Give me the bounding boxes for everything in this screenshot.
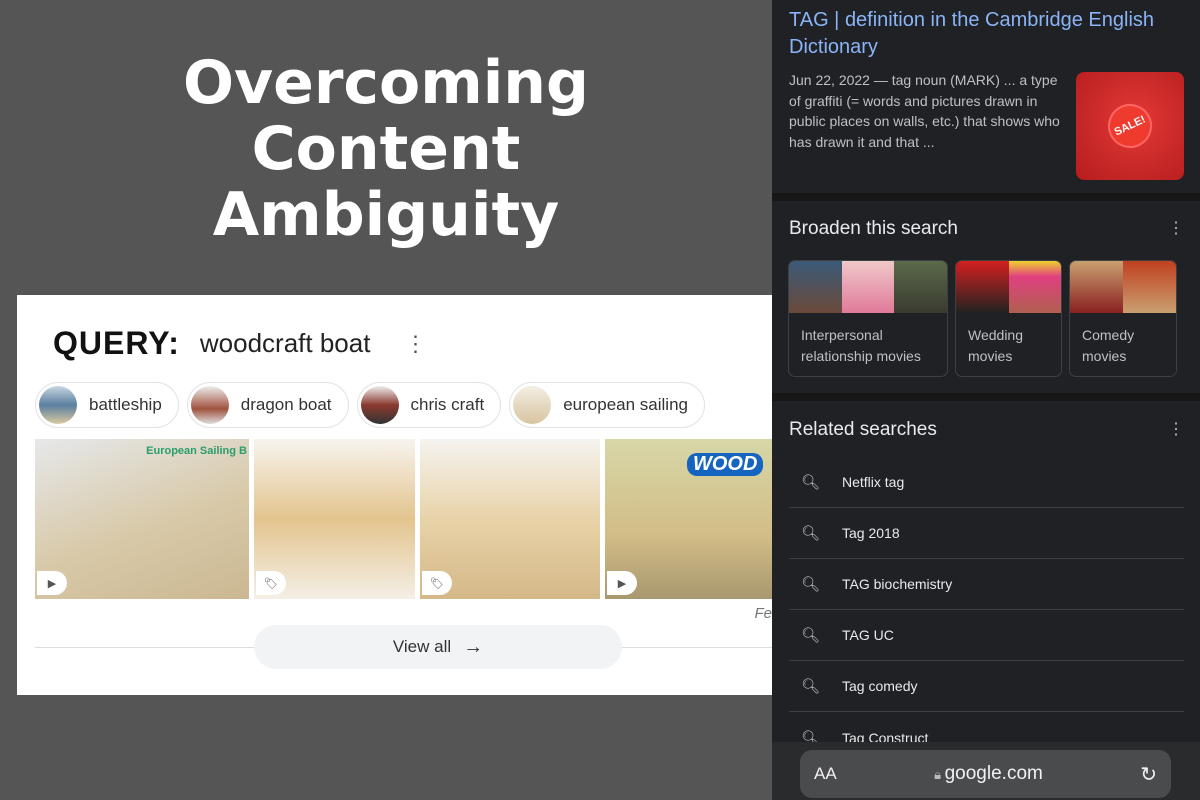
view-all-button[interactable]: View all →	[254, 625, 622, 669]
broaden-card[interactable]: Wedding movies	[955, 260, 1062, 377]
chip-chris-craft[interactable]: chris craft	[356, 382, 502, 428]
image-result[interactable]: 🏷	[420, 439, 600, 599]
search-icon: 🔍︎	[801, 525, 821, 542]
result-snippet: Jun 22, 2022 — tag noun (MARK) ... a typ…	[789, 72, 1060, 150]
sale-tag-text: SALE!	[1100, 96, 1160, 156]
image-result[interactable]: 🏷	[254, 439, 415, 599]
search-icon: 🔍︎	[801, 678, 821, 695]
broaden-card[interactable]: Comedy movies	[1069, 260, 1177, 377]
headline-line: Overcoming	[183, 48, 589, 118]
card-images	[956, 261, 1061, 313]
related-search-label: TAG biochemistry	[842, 576, 953, 592]
chip-battleship[interactable]: battleship	[35, 382, 179, 428]
chip-thumbnail	[190, 386, 229, 424]
result-thumbnail[interactable]: SALE!	[1076, 72, 1184, 180]
headline: Overcoming Content Ambiguity	[0, 50, 772, 248]
related-search-label: TAG UC	[842, 627, 894, 643]
card-label: Wedding movies	[968, 327, 1024, 364]
related-heading: Related searches	[789, 419, 937, 440]
more-vert-icon[interactable]: ⋮	[404, 331, 426, 357]
chip-label: battleship	[89, 395, 162, 414]
image-caption: European Sailing B	[146, 445, 247, 457]
query-value: woodcraft boat	[199, 328, 371, 358]
related-search-item[interactable]: 🔍︎ TAG UC	[789, 610, 1184, 661]
search-icon: 🔍︎	[801, 627, 821, 644]
tag-icon: 🏷	[422, 571, 452, 595]
view-all-label: View all	[392, 637, 452, 656]
related-search-label: Tag comedy	[842, 678, 918, 694]
chip-thumbnail	[360, 386, 399, 424]
chip-thumbnail	[39, 386, 77, 424]
card-label: Comedy movies	[1082, 327, 1135, 364]
card-images	[1070, 261, 1176, 313]
headline-line: Content	[251, 114, 521, 184]
arrow-right-icon: →	[463, 635, 484, 658]
related-search-label: Netflix tag	[842, 474, 905, 490]
related-search-item[interactable]: 🔍︎ TAG biochemistry	[789, 559, 1184, 610]
lock-icon: 🔒︎	[934, 767, 945, 782]
text-size-button[interactable]: AA	[814, 764, 837, 784]
more-vert-icon[interactable]: ⋮	[1168, 419, 1184, 439]
broaden-heading: Broaden this search	[789, 218, 958, 239]
mobile-search-results: TAG | definition in the Cambridge Englis…	[772, 0, 1200, 800]
truncated-text: Fe	[754, 605, 772, 622]
play-icon: ▶	[607, 571, 637, 595]
play-icon: ▶	[37, 571, 67, 595]
address-bar[interactable]: AA 🔒︎ google.com ↻	[800, 750, 1171, 798]
chip-label: european sailing	[563, 395, 688, 414]
tag-icon: 🏷	[256, 571, 286, 595]
chip-thumbnail	[513, 386, 552, 424]
image-strip: European Sailing B ▶ 🏷 🏷 WOOD ▶	[35, 439, 775, 599]
card-images	[789, 261, 947, 313]
chip-label: chris craft	[410, 395, 485, 414]
query-label: QUERY:	[53, 325, 180, 361]
related-search-item[interactable]: 🔍︎ Tag 2018	[789, 508, 1184, 559]
result-title-link[interactable]: TAG | definition in the Cambridge Englis…	[789, 7, 1189, 61]
search-icon: 🔍︎	[801, 576, 821, 593]
related-search-item[interactable]: 🔍︎ Tag comedy	[789, 661, 1184, 712]
image-result[interactable]: WOOD ▶	[605, 439, 775, 599]
image-result[interactable]: European Sailing B ▶	[35, 439, 249, 599]
chip-european-sailing[interactable]: european sailing	[509, 382, 705, 428]
refinement-chips: battleship dragon boat chris craft europ…	[35, 382, 705, 428]
more-vert-icon[interactable]: ⋮	[1168, 218, 1184, 238]
domain-text: google.com	[944, 763, 1043, 784]
url-display[interactable]: 🔒︎ google.com	[837, 763, 1141, 785]
section-divider	[772, 393, 1200, 401]
broaden-card[interactable]: Interpersonal relationship movies	[788, 260, 948, 377]
chip-label: dragon boat	[240, 395, 332, 414]
card-label: Interpersonal relationship movies	[801, 327, 921, 364]
chip-dragon-boat[interactable]: dragon boat	[186, 382, 349, 428]
query-row: QUERY: woodcraft boat ⋮	[53, 325, 426, 362]
related-search-item[interactable]: 🔍︎ Netflix tag	[789, 457, 1184, 508]
image-results-panel: QUERY: woodcraft boat ⋮ battleship drago…	[17, 295, 775, 695]
headline-line: Ambiguity	[212, 180, 560, 250]
related-search-label: Tag 2018	[842, 525, 900, 541]
section-divider	[772, 193, 1200, 201]
search-icon: 🔍︎	[801, 474, 821, 491]
image-caption: WOOD	[687, 453, 764, 476]
reload-icon[interactable]: ↻	[1140, 762, 1157, 787]
